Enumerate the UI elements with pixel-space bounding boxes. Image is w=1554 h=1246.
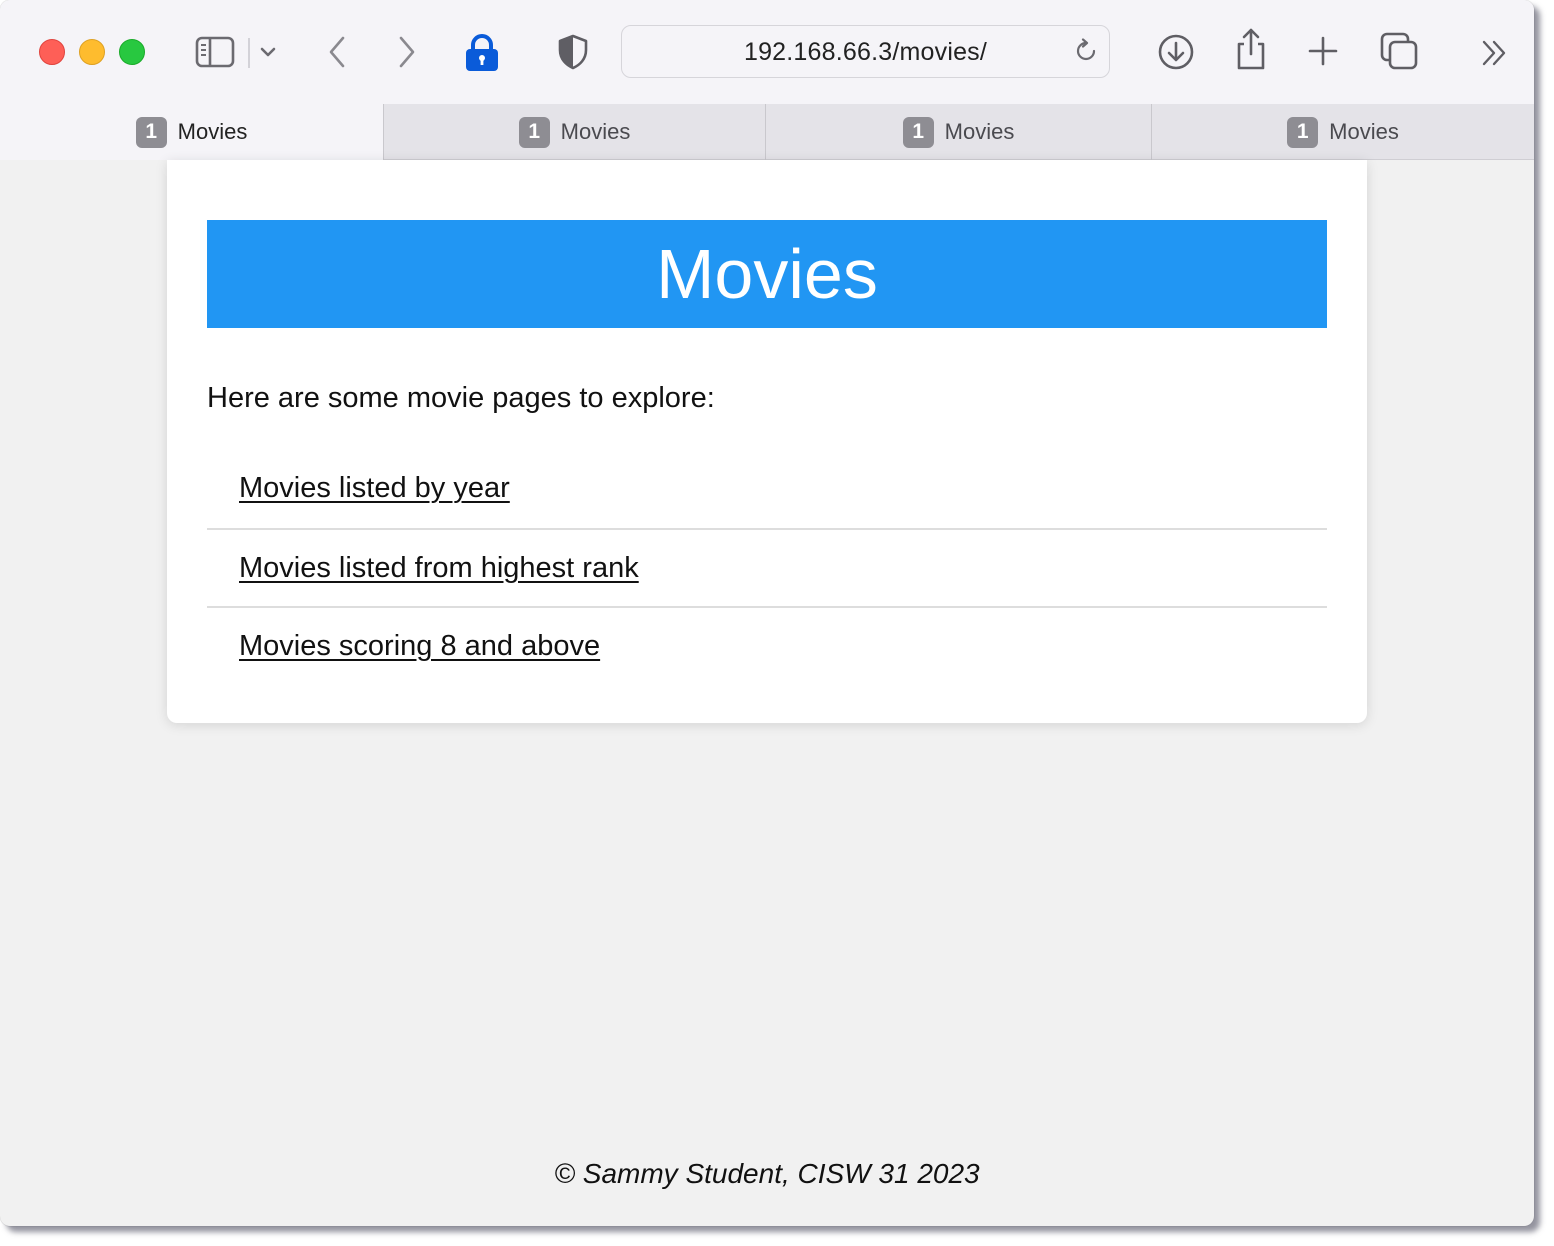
list-item: Movies listed by year [207,450,1327,528]
chevron-right-icon[interactable] [392,32,422,72]
double-chevron-right-icon[interactable] [1478,38,1512,68]
tab-movies-1[interactable]: 1 Movies [0,104,383,160]
movie-links-list: Movies listed by year Movies listed from… [207,450,1327,684]
browser-toolbar: 192.168.66.3/movies/ [0,0,1534,104]
tab-movies-4[interactable]: 1 Movies [1151,104,1534,160]
shield-icon[interactable] [555,33,591,71]
toolbar-divider [248,38,250,68]
list-item: Movies listed from highest rank [207,528,1327,606]
page-title: Movies [656,235,878,313]
chevron-left-icon[interactable] [322,32,352,72]
close-window-button[interactable] [39,39,65,65]
page-footer: © Sammy Student, CISW 31 2023 [554,1158,980,1189]
tab-count-badge: 1 [518,116,550,148]
content-card: Movies Here are some movie pages to expl… [167,160,1367,723]
maximize-window-button[interactable] [119,39,145,65]
sidebar-icon[interactable] [194,34,236,70]
reload-icon[interactable] [1073,38,1099,69]
minimize-window-button[interactable] [79,39,105,65]
tab-label: Movies [1329,119,1399,144]
tab-label: Movies [177,119,248,144]
lock-icon[interactable] [460,32,504,74]
browser-window: 192.168.66.3/movies/ 1 Movies 1 Movies 1… [0,0,1534,1226]
tab-count-badge: 1 [902,116,934,148]
movies-by-year-link[interactable]: Movies listed by year [239,472,510,505]
intro-text: Here are some movie pages to explore: [207,382,715,414]
list-item: Movies scoring 8 and above [207,606,1327,684]
tab-count-badge: 1 [135,116,167,148]
movies-by-rank-link[interactable]: Movies listed from highest rank [239,552,639,585]
tab-bar: 1 Movies 1 Movies 1 Movies 1 Movies [0,104,1534,160]
tab-count-badge: 1 [1287,116,1319,148]
address-bar[interactable]: 192.168.66.3/movies/ [621,25,1110,78]
movies-score-8-link[interactable]: Movies scoring 8 and above [239,630,600,663]
download-icon[interactable] [1156,32,1196,72]
tabs-overview-icon[interactable] [1379,31,1419,71]
address-url[interactable]: 192.168.66.3/movies/ [622,38,1109,67]
tab-movies-3[interactable]: 1 Movies [765,104,1151,160]
tab-label: Movies [560,119,631,144]
page-header-banner: Movies [207,220,1327,328]
chevron-down-icon[interactable] [257,42,279,62]
plus-icon[interactable] [1306,34,1340,68]
share-icon[interactable] [1232,26,1270,72]
tab-label: Movies [944,119,1015,144]
tab-movies-2[interactable]: 1 Movies [383,104,765,160]
